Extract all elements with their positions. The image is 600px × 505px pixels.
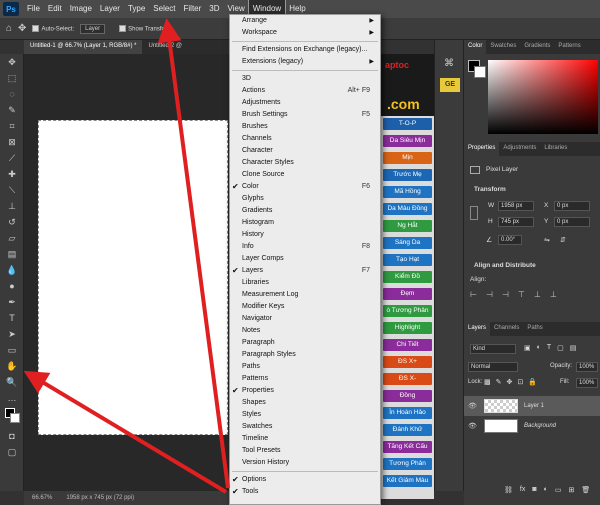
annotation-arrows [23, 18, 230, 494]
arrow-to-window-menu [157, 18, 230, 489]
arrow-to-toolbar [23, 370, 228, 494]
